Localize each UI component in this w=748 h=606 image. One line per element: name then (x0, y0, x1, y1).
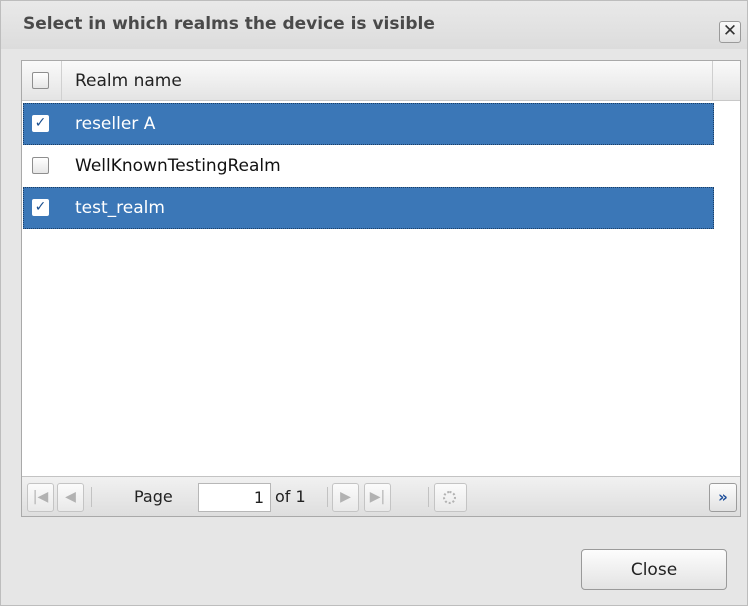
row-checkbox[interactable] (32, 157, 49, 174)
realm-name-cell: reseller A (75, 114, 156, 134)
next-page-icon: ▶ (340, 489, 351, 505)
table-row[interactable]: WellKnownTestingRealm (23, 145, 714, 187)
page-label: Page (134, 487, 173, 506)
page-number-input[interactable] (198, 483, 271, 512)
toolbar-separator (91, 487, 92, 507)
grid-header: Realm name (22, 61, 740, 101)
refresh-icon (443, 491, 456, 504)
close-icon[interactable]: ✕ (719, 21, 741, 43)
last-page-icon: ▶| (369, 489, 386, 505)
header-checkbox-cell (22, 61, 62, 100)
toolbar-separator (327, 487, 328, 507)
table-row[interactable]: ✓ test_realm (23, 187, 714, 229)
paging-toolbar: |◀ ◀ Page of 1 ▶ ▶| » (22, 476, 740, 516)
row-checkbox[interactable]: ✓ (32, 199, 49, 216)
last-page-button[interactable]: ▶| (364, 483, 391, 512)
realm-select-dialog: Select in which realms the device is vis… (0, 0, 748, 606)
row-checkbox[interactable]: ✓ (32, 115, 49, 132)
realm-grid: Realm name ✓ reseller A WellKnownTesting… (21, 60, 741, 517)
column-header-realm-name[interactable]: Realm name (75, 71, 182, 91)
next-page-button[interactable]: ▶ (332, 483, 359, 512)
realm-name-cell: WellKnownTestingRealm (75, 156, 281, 176)
prev-page-icon: ◀ (65, 489, 76, 505)
dialog-title: Select in which realms the device is vis… (23, 14, 435, 34)
prev-page-button[interactable]: ◀ (57, 483, 84, 512)
table-row[interactable]: ✓ reseller A (23, 103, 714, 145)
first-page-button[interactable]: |◀ (27, 483, 54, 512)
more-icon[interactable]: » (709, 483, 737, 512)
page-count-label: of 1 (275, 487, 306, 506)
refresh-button[interactable] (434, 483, 467, 512)
select-all-checkbox[interactable] (32, 72, 49, 89)
column-separator (712, 61, 713, 100)
close-button[interactable]: Close (581, 549, 727, 590)
toolbar-separator (428, 487, 429, 507)
dialog-titlebar: Select in which realms the device is vis… (1, 1, 747, 49)
first-page-icon: |◀ (32, 489, 49, 505)
realm-name-cell: test_realm (75, 198, 165, 218)
